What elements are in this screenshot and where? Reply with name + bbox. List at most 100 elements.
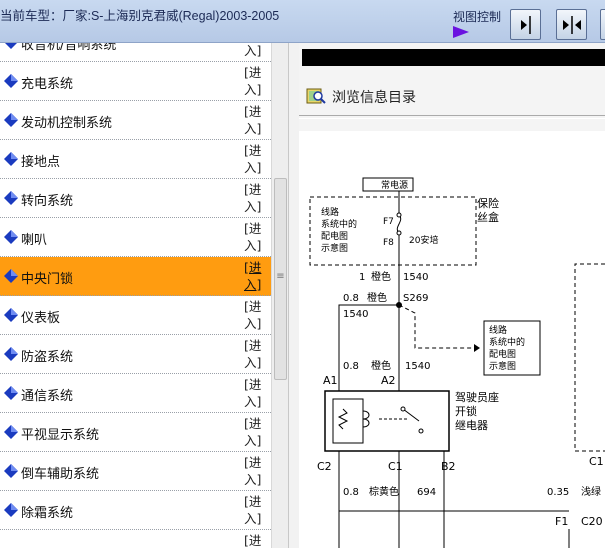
pin-label: C1 (589, 455, 604, 468)
diamond-bullet-icon (4, 425, 18, 439)
wire-color-label: 浅绿 (581, 485, 601, 498)
enter-link[interactable]: [进入] (244, 337, 268, 371)
list-item-label: 防盗系统 (21, 350, 74, 365)
wire-color-label: 橙色 (371, 359, 391, 372)
relay-label: 继电器 (455, 419, 488, 432)
list-item-label: 接地点 (21, 155, 61, 170)
wire-gauge-label: 1 (359, 272, 365, 283)
top-bar: 当前车型：厂家:S-上海别克君威(Regal)2003-2005 视图控制 (0, 0, 605, 43)
pin-label: C1 (388, 460, 403, 473)
list-item-label: 充电系统 (21, 77, 74, 92)
collapse-left-pane-button[interactable] (510, 9, 541, 40)
enter-link[interactable]: [进入] (244, 64, 268, 98)
header-bar (302, 49, 605, 66)
enter-link[interactable]: [进入] (244, 259, 268, 293)
circuit-note-line: 示意图 (489, 360, 516, 372)
wire-gauge-label: 0.35 (547, 487, 569, 498)
wire-number-label: 1540 (403, 272, 428, 283)
expand-right-pane-button[interactable] (600, 9, 605, 40)
list-item[interactable]: 倒车辅助系统 [进入] (0, 452, 271, 491)
content-title: 浏览信息目录 (332, 90, 416, 106)
diamond-bullet-icon (4, 386, 18, 400)
list-item-active[interactable]: 中央门锁 [进入] (0, 257, 271, 296)
list-item[interactable]: 发动机控制系统 [进入] (0, 101, 271, 140)
list-item[interactable]: 接地点 [进入] (0, 140, 271, 179)
fuse-box-label-1: 保险 (477, 196, 499, 210)
wire-number-label: 1540 (405, 361, 430, 372)
list-item[interactable]: 收音机/音响系统 [进入] (0, 43, 271, 62)
pin-label: C2 (317, 460, 332, 473)
circuit-note-line: 系统中的 (489, 336, 525, 348)
wire-gauge-label: 0.8 (343, 487, 359, 498)
list-item[interactable]: 仪表板 [进入] (0, 296, 271, 335)
circuit-note-line: 线路 (321, 206, 339, 218)
split-view-button[interactable] (556, 9, 587, 40)
driver-seat-unlock-relay (324, 390, 450, 452)
wire-color-label: 棕黄色 (369, 485, 399, 498)
list-item[interactable]: 除霜系统 [进入] (0, 491, 271, 530)
circuit-note-line: 示意图 (321, 242, 348, 254)
diamond-bullet-icon (4, 230, 18, 244)
enter-link[interactable]: [进入] (244, 376, 268, 410)
fuse-f7-label: F7 (383, 217, 394, 227)
diamond-bullet-icon (4, 269, 18, 283)
list-item[interactable]: 喇叭 [进入] (0, 218, 271, 257)
wire-gauge-label: 0.8 (343, 361, 359, 372)
list-item[interactable]: 充电系统 [进入] (0, 62, 271, 101)
pin-label: C20 (581, 515, 603, 528)
always-power-label: 常电源 (381, 179, 408, 191)
grip-icon: ≡ (276, 271, 285, 282)
diamond-bullet-icon (4, 191, 18, 205)
list-item-label: 仪表板 (21, 311, 61, 326)
enter-link[interactable]: [进入] (244, 415, 268, 449)
diamond-bullet-icon (4, 152, 18, 166)
list-item-label: 喇叭 (21, 233, 48, 248)
enter-link[interactable]: [进入] (244, 181, 268, 215)
diamond-bullet-icon (4, 464, 18, 478)
circuit-note-line: 系统中的 (321, 218, 357, 230)
list-item[interactable]: 平视显示系统 [进入] (0, 413, 271, 452)
list-item-label: 除霜系统 (21, 506, 74, 521)
list-item[interactable]: 转向系统 [进入] (0, 179, 271, 218)
list-item-label: 收音机/音响系统 (21, 43, 117, 53)
fuse-rating-label: 20安培 (409, 234, 438, 246)
current-car-model: 当前车型：厂家:S-上海别克君威(Regal)2003-2005 (0, 9, 280, 23)
diamond-bullet-icon (4, 308, 18, 322)
list-item-label: 平视显示系统 (21, 428, 100, 443)
scrollbar-thumb[interactable]: ≡ (274, 178, 287, 380)
view-control-label: 视图控制 (453, 10, 502, 24)
list-item[interactable]: [进 (0, 530, 271, 548)
enter-link[interactable]: [进 (244, 532, 268, 548)
list-scrollbar[interactable]: ≡ (271, 43, 288, 548)
wire-color-label: 橙色 (371, 270, 391, 283)
pin-label: B2 (441, 460, 456, 473)
circuit-note-line: 配电图 (321, 230, 348, 242)
wire-color-label: 橙色 (367, 291, 387, 304)
diamond-bullet-icon (5, 43, 17, 49)
circuit-note-line: 线路 (489, 324, 507, 336)
collapse-left-pane-icon (521, 16, 531, 34)
relay-label: 驾驶员座 (455, 390, 499, 404)
enter-link[interactable]: [进入] (244, 43, 268, 59)
list-item[interactable]: 通信系统 [进入] (0, 374, 271, 413)
fuse-f8-label: F8 (383, 238, 394, 248)
list-item-label: 中央门锁 (21, 272, 74, 287)
wire-number-label: 694 (417, 487, 436, 498)
enter-link[interactable]: [进入] (244, 103, 268, 137)
enter-link[interactable]: [进入] (244, 493, 268, 527)
list-item[interactable]: 防盗系统 [进入] (0, 335, 271, 374)
pin-label: A2 (381, 374, 396, 387)
browse-catalog-icon (306, 88, 326, 104)
content-pane: 浏览信息目录 常电源 保险 丝盒 线路 系统中的 配电图 示意图 F7 F8 2… (299, 43, 605, 548)
enter-link[interactable]: [进入] (244, 142, 268, 176)
enter-link[interactable]: [进入] (244, 298, 268, 332)
diamond-bullet-icon (4, 113, 18, 127)
fuse-box-label-2: 丝盒 (477, 210, 499, 224)
view-control-arrow-icon (453, 26, 469, 38)
content-divider (299, 115, 605, 119)
relay-label: 开锁 (455, 404, 477, 418)
enter-link[interactable]: [进入] (244, 454, 268, 488)
wire-number-label: 1540 (343, 309, 368, 320)
system-list: 收音机/音响系统 [进入] 充电系统 [进入] 发动机控制系统 [进入] 接地点… (0, 43, 271, 548)
enter-link[interactable]: [进入] (244, 220, 268, 254)
